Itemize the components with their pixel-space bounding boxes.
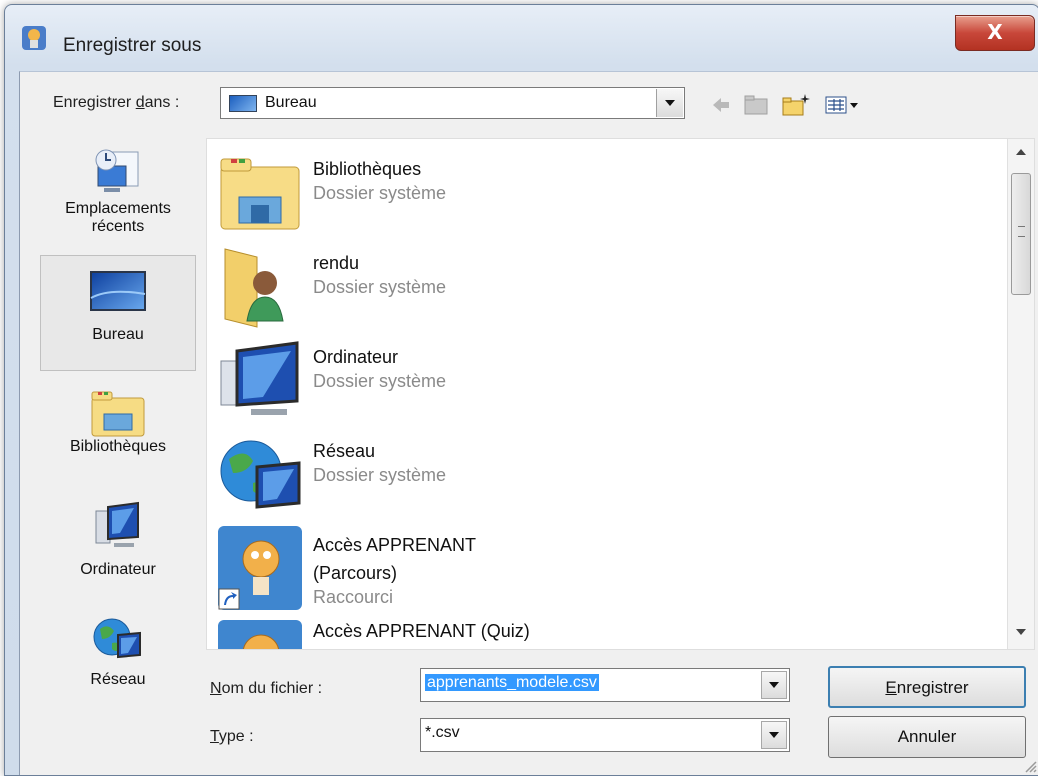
- network-icon: [93, 618, 141, 659]
- filename-label-rest: om du fichier :: [221, 680, 323, 697]
- save-in-label-prefix: Enregistrer: [53, 94, 136, 111]
- cancel-button[interactable]: Annuler: [828, 716, 1026, 758]
- list-item[interactable]: Accès APPRENANT (Parcours) Raccourci: [217, 525, 987, 613]
- file-name: rendu: [313, 253, 360, 273]
- chevron-down-icon[interactable]: [761, 671, 787, 699]
- filename-label-access-key: N: [210, 680, 222, 697]
- place-computer[interactable]: Ordinateur: [40, 501, 196, 601]
- file-type: Raccourci: [313, 587, 394, 607]
- network-globe-icon: [220, 440, 301, 509]
- file-type: Dossier système: [313, 465, 447, 485]
- file-name-line-2: (Parcours): [313, 563, 398, 583]
- save-in-dropdown[interactable]: Bureau: [220, 87, 685, 119]
- list-item[interactable]: rendu Dossier système: [217, 243, 987, 331]
- list-item[interactable]: Bibliothèques Dossier système: [217, 149, 987, 237]
- scroll-down-icon[interactable]: [1016, 629, 1026, 635]
- file-name: Réseau: [313, 441, 376, 461]
- chevron-down-icon[interactable]: [656, 89, 683, 117]
- computer-icon: [95, 501, 139, 547]
- close-button[interactable]: X: [955, 15, 1035, 51]
- computer-icon: [220, 341, 299, 415]
- libraries-folder-icon: [220, 158, 300, 230]
- filename-combobox[interactable]: apprenants_modele.csv: [420, 668, 790, 702]
- chevron-down-icon[interactable]: [761, 721, 787, 749]
- save-button[interactable]: Enregistrer: [828, 666, 1026, 708]
- place-recent-label-2: récents: [91, 218, 145, 235]
- desktop-icon: [229, 95, 257, 112]
- file-type: Dossier système: [313, 371, 447, 391]
- filetype-label: Type :: [210, 728, 254, 746]
- file-name: Bibliothèques: [313, 159, 422, 179]
- filetype-label-rest: ype :: [218, 728, 254, 745]
- new-folder-icon[interactable]: [780, 92, 812, 118]
- scroll-up-icon[interactable]: [1016, 149, 1026, 155]
- filetype-value: *.csv: [425, 724, 460, 741]
- filetype-label-access-key: T: [210, 728, 219, 745]
- up-folder-icon[interactable]: [742, 92, 770, 118]
- recent-places-icon: [95, 149, 139, 192]
- place-computer-label: Ordinateur: [80, 561, 156, 578]
- cancel-button-label: Annuler: [897, 727, 957, 746]
- shortcut-app-icon: [218, 620, 302, 649]
- save-in-label-access-key: d: [135, 94, 145, 111]
- place-desktop-label: Bureau: [92, 326, 144, 343]
- place-network[interactable]: Réseau: [40, 613, 196, 713]
- filename-label: Nom du fichier :: [210, 680, 322, 698]
- list-item[interactable]: Réseau Dossier système: [217, 431, 987, 519]
- dialog-client-area: Enregistrer dans : Bureau Emplacements r…: [19, 71, 1038, 775]
- user-folder-icon: [224, 248, 284, 328]
- file-list[interactable]: Bibliothèques Dossier système rendu Doss…: [206, 138, 1035, 650]
- place-recent[interactable]: Emplacements récents: [40, 144, 196, 254]
- list-item[interactable]: Accès APPRENANT (Quiz): [217, 619, 987, 649]
- file-type: Dossier système: [313, 277, 447, 297]
- vertical-scrollbar[interactable]: [1007, 139, 1034, 649]
- list-item[interactable]: Ordinateur Dossier système: [217, 337, 987, 425]
- file-type: Dossier système: [313, 183, 447, 203]
- window-title: Enregistrer sous: [63, 35, 202, 56]
- place-network-label: Réseau: [90, 671, 146, 688]
- place-recent-label: Emplacements: [65, 200, 171, 217]
- place-libraries[interactable]: Bibliothèques: [40, 388, 196, 478]
- scrollbar-thumb[interactable]: [1011, 173, 1031, 295]
- title-bar[interactable]: Enregistrer sous X: [5, 5, 1038, 73]
- save-button-access-key: E: [885, 678, 897, 697]
- save-in-label: Enregistrer dans :: [53, 94, 179, 112]
- save-in-value: Bureau: [265, 94, 317, 111]
- places-bar: Emplacements récents Bureau Bibliothèque…: [40, 138, 196, 698]
- filename-input[interactable]: apprenants_modele.csv: [425, 674, 599, 692]
- save-as-dialog: Enregistrer sous X Enregistrer dans : Bu…: [4, 4, 1038, 776]
- filetype-select[interactable]: *.csv: [420, 718, 790, 752]
- file-name: Accès APPRENANT: [313, 535, 477, 555]
- place-libraries-label: Bibliothèques: [69, 438, 167, 455]
- back-arrow-icon[interactable]: [710, 92, 732, 118]
- desktop-icon: [90, 271, 146, 311]
- filename-value: apprenants_modele.csv: [425, 674, 599, 691]
- save-in-label-suffix: ans :: [144, 94, 180, 111]
- place-desktop[interactable]: Bureau: [40, 255, 196, 371]
- file-name: Ordinateur: [313, 347, 399, 367]
- save-button-label: nregistrer: [896, 678, 969, 697]
- libraries-icon: [91, 391, 145, 437]
- close-icon: X: [987, 20, 1003, 44]
- resize-grip-icon[interactable]: [1023, 759, 1037, 773]
- view-menu-icon[interactable]: [822, 92, 862, 118]
- file-name: Accès APPRENANT (Quiz): [313, 621, 530, 641]
- app-icon: [22, 26, 46, 50]
- shortcut-app-icon: [218, 526, 302, 610]
